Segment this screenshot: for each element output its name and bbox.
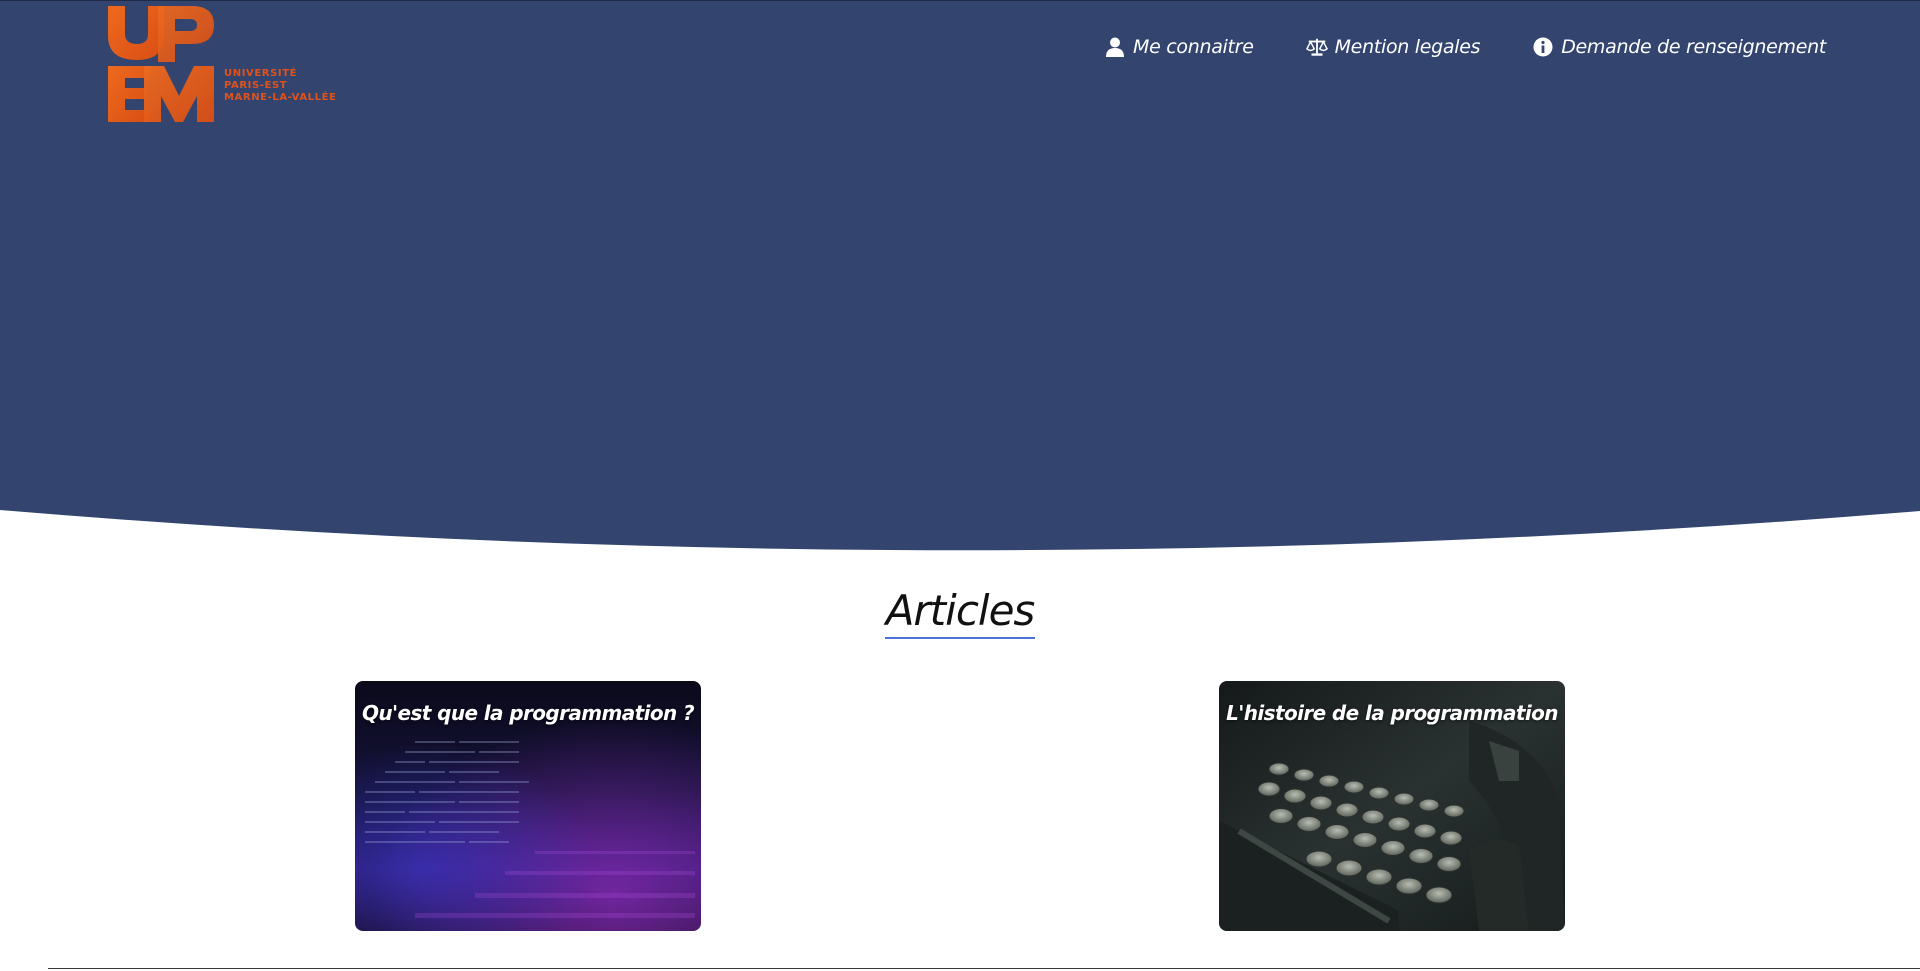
user-icon <box>1104 36 1126 58</box>
nav-item-me-connaitre[interactable]: Me connaitre <box>1104 36 1254 58</box>
page: UNIVERSITÉ PARIS-EST MARNE-LA-VALLÉE Me … <box>0 0 1920 971</box>
article-card-programmation[interactable]: Qu'est que la programmation ? <box>355 681 701 931</box>
logo-subtitle-line: UNIVERSITÉ <box>224 68 298 79</box>
top-border <box>0 0 1920 1</box>
logo-subtitle-line: MARNE-LA-VALLÉE <box>224 92 337 103</box>
main-nav: Me connaitre Mention legales Demande de … <box>1104 36 1826 58</box>
nav-item-label: Mention legales <box>1334 36 1481 58</box>
nav-item-demande-renseignement[interactable]: Demande de renseignement <box>1532 36 1826 58</box>
nav-item-label: Demande de renseignement <box>1561 36 1826 58</box>
article-card-histoire[interactable]: L'histoire de la programmation <box>1219 681 1565 931</box>
article-card-title: Qu'est que la programmation ? <box>361 701 695 725</box>
articles-heading: Articles <box>884 586 1036 639</box>
nav-item-label: Me connaitre <box>1133 36 1254 58</box>
footer-divider <box>48 968 1920 969</box>
scale-icon <box>1305 36 1328 58</box>
upem-logo[interactable]: UNIVERSITÉ PARIS-EST MARNE-LA-VALLÉE <box>106 4 346 124</box>
logo-subtitle: UNIVERSITÉ PARIS-EST MARNE-LA-VALLÉE <box>224 68 336 104</box>
upem-logo-mark <box>108 6 214 122</box>
logo-subtitle-line: PARIS-EST <box>224 80 288 91</box>
article-card-title: L'histoire de la programmation <box>1226 701 1558 725</box>
info-icon <box>1532 36 1554 58</box>
articles-heading-wrap: Articles <box>0 586 1920 639</box>
nav-item-mention-legales[interactable]: Mention legales <box>1305 36 1481 58</box>
